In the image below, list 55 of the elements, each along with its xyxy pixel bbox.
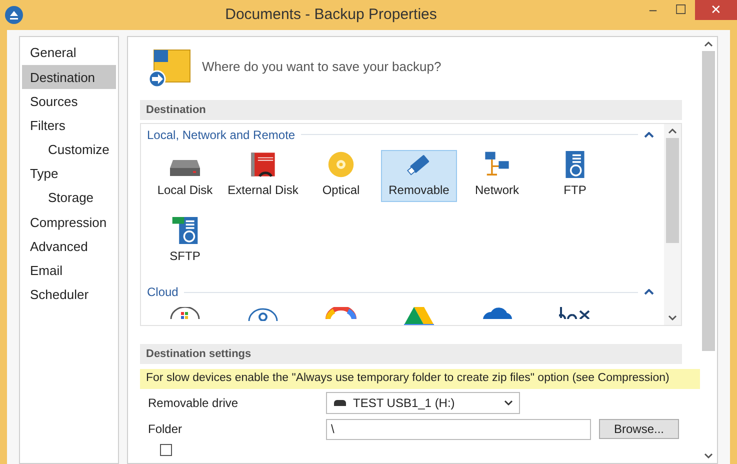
checkbox[interactable] (160, 444, 172, 456)
sidebar-item[interactable]: Storage (22, 186, 116, 210)
destination-tile[interactable]: Local Disk (147, 150, 223, 202)
cloud-icon (325, 307, 357, 320)
maximize-button[interactable]: ☐ (667, 0, 695, 20)
section-header: Destination settings (140, 344, 682, 364)
sidebar-item[interactable]: General (22, 41, 116, 66)
scroll-down-icon[interactable] (668, 315, 677, 321)
sidebar-item[interactable]: Advanced (22, 234, 116, 259)
scroll-thumb[interactable] (702, 51, 715, 351)
destination-tile[interactable]: Network (459, 150, 535, 202)
destination-tile[interactable]: External Disk (225, 150, 301, 202)
server-key-icon (170, 216, 200, 244)
collapse-icon[interactable] (644, 289, 654, 296)
cloud-icon (481, 307, 513, 320)
section-header: Destination (140, 100, 682, 120)
sidebar-item[interactable]: Filters (22, 114, 116, 138)
info-note: For slow devices enable the "Always use temporary folder to create zip files" option (see Compression) (140, 369, 700, 389)
scroll-down-icon[interactable] (704, 453, 713, 459)
drive-dropdown[interactable]: TEST USB1_1 (H:) (326, 392, 520, 414)
cloud-icon (247, 307, 279, 322)
destination-tile[interactable]: SFTP (147, 216, 223, 268)
box-logo-icon (559, 307, 591, 320)
destination-tile[interactable]: FTP (537, 150, 613, 202)
list-scrollbar[interactable] (664, 124, 681, 325)
sidebar-item[interactable]: Scheduler (22, 282, 116, 308)
collapse-icon[interactable] (644, 132, 654, 138)
group-title: Cloud (147, 284, 178, 302)
sidebar-item[interactable]: Compression (22, 210, 116, 234)
folder-input[interactable]: \ (326, 418, 591, 440)
sidebar-item[interactable]: Type (22, 162, 116, 186)
scroll-thumb[interactable] (666, 138, 679, 243)
prompt-text: Where do you want to save your backup? (202, 58, 442, 76)
scroll-up-icon[interactable] (704, 41, 713, 47)
minimize-button[interactable]: – (639, 0, 667, 20)
server-icon (564, 150, 586, 178)
browse-button[interactable]: Browse... (599, 419, 679, 439)
field-label: Folder (147, 421, 184, 438)
destination-tile[interactable]: Removable (381, 150, 457, 202)
sidebar-item[interactable]: Customize (22, 138, 116, 162)
drive-icon (333, 400, 347, 406)
scroll-up-icon[interactable] (668, 128, 677, 134)
destination-tile[interactable]: Optical (303, 150, 379, 202)
app-icon (5, 6, 23, 24)
triangle-logo-icon (403, 307, 435, 325)
close-button[interactable]: ✕ (695, 0, 737, 20)
disc-icon (326, 150, 356, 178)
sidebar-item[interactable]: Email (22, 258, 116, 283)
field-label: Removable drive (147, 395, 240, 412)
cloud-icon (169, 307, 201, 320)
caret-icon (504, 400, 513, 406)
group-title: Local, Network and Remote (147, 126, 296, 144)
sidebar-item[interactable]: Sources (22, 89, 116, 114)
sidebar-item[interactable]: Destination (22, 65, 116, 90)
window-title: Documents - Backup Properties (224, 4, 438, 25)
